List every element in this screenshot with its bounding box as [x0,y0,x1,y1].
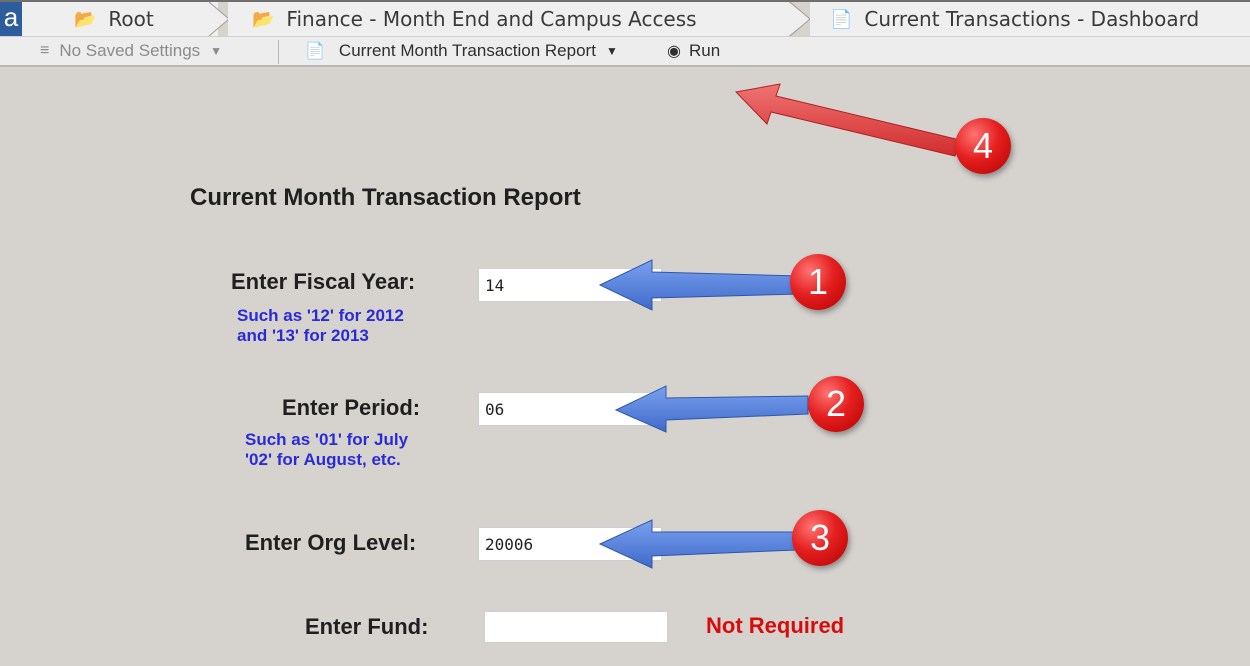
annotation-badge-1: 1 [790,254,846,310]
annotation-arrow-1 [598,259,801,311]
annotation-arrow-3 [598,519,797,569]
annotation-arrow-4 [734,83,961,157]
annotation-arrows [598,83,961,569]
annotation-badge-2: 2 [808,376,864,432]
annotation-badge-3: 3 [792,510,848,566]
annotation-badge-4: 4 [955,118,1011,174]
annotation-arrow-2 [614,385,809,433]
